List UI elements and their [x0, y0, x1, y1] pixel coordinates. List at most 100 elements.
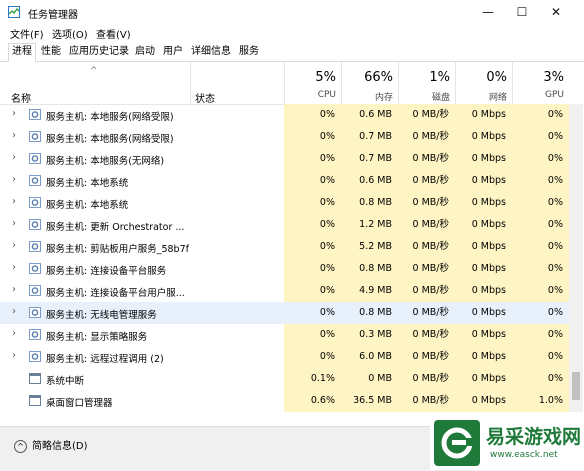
- network-cell: 0 Mbps: [455, 214, 512, 236]
- network-total[interactable]: 0%: [455, 70, 507, 85]
- watermark-url: www.easck.net: [490, 450, 558, 460]
- table-row[interactable]: › 服务主机: 本地系统 0% 0.8 MB 0 MB/秒 0 Mbps 0%: [0, 192, 570, 214]
- gpu-cell: 1.0%: [512, 390, 569, 412]
- table-row[interactable]: › 服务主机: 远程过程调用 (2) 0% 6.0 MB 0 MB/秒 0 Mbps 0%: [0, 346, 570, 368]
- tab-startup[interactable]: 启动: [132, 44, 158, 60]
- gpu-cell: 0%: [512, 148, 569, 170]
- disk-cell: 0 MB/秒: [398, 258, 455, 280]
- column-cpu[interactable]: CPU: [284, 90, 336, 100]
- service-gear-icon: [29, 131, 41, 142]
- disk-cell: 0 MB/秒: [398, 324, 455, 346]
- process-name: 服务主机: 连接设备平台用户服...: [46, 288, 185, 299]
- menu-view[interactable]: 查看(V): [96, 26, 131, 41]
- disk-cell: 0 MB/秒: [398, 280, 455, 302]
- column-disk[interactable]: 磁盘: [398, 90, 450, 103]
- disk-cell: 0 MB/秒: [398, 192, 455, 214]
- table-row[interactable]: › 服务主机: 本地系统 0% 0.6 MB 0 MB/秒 0 Mbps 0%: [0, 170, 570, 192]
- table-row[interactable]: › 服务主机: 本地服务(网络受限) 0% 0.7 MB 0 MB/秒 0 Mbps 0%: [0, 126, 570, 148]
- task-manager-icon: [8, 6, 20, 18]
- service-gear-icon: [29, 241, 41, 252]
- column-name[interactable]: 名称: [11, 90, 31, 105]
- scrollbar-thumb[interactable]: [572, 372, 580, 400]
- tab-processes[interactable]: 进程: [8, 43, 36, 63]
- process-name: 服务主机: 本地服务(网络受限): [46, 112, 174, 123]
- disk-cell: 0 MB/秒: [398, 104, 455, 126]
- network-cell: 0 Mbps: [455, 170, 512, 192]
- network-cell: 0 Mbps: [455, 280, 512, 302]
- memory-cell: 0.3 MB: [341, 324, 398, 346]
- cpu-total[interactable]: 5%: [284, 70, 336, 85]
- chevron-right-icon[interactable]: ›: [12, 196, 16, 207]
- column-divider: [455, 62, 456, 104]
- disk-cell: 0 MB/秒: [398, 302, 455, 324]
- table-row[interactable]: 系统中断 0.1% 0 MB 0 MB/秒 0 Mbps 0%: [0, 368, 570, 390]
- gpu-cell: 0%: [512, 126, 569, 148]
- column-status[interactable]: 状态: [195, 90, 215, 105]
- process-name: 服务主机: 本地服务(无网络): [46, 156, 165, 167]
- memory-cell: 0.7 MB: [341, 126, 398, 148]
- tab-details[interactable]: 详细信息: [188, 44, 234, 60]
- gpu-cell: 0%: [512, 170, 569, 192]
- chevron-right-icon[interactable]: ›: [12, 350, 16, 361]
- memory-cell: 5.2 MB: [341, 236, 398, 258]
- tab-users[interactable]: 用户: [160, 44, 186, 60]
- memory-cell: 0.8 MB: [341, 258, 398, 280]
- gpu-cell: 0%: [512, 258, 569, 280]
- chevron-right-icon[interactable]: ›: [12, 130, 16, 141]
- close-button[interactable]: ✕: [540, 0, 572, 24]
- column-memory[interactable]: 内存: [341, 90, 393, 103]
- cpu-cell: 0.6%: [284, 390, 341, 412]
- chevron-right-icon[interactable]: ›: [12, 152, 16, 163]
- maximize-button[interactable]: ☐: [506, 0, 538, 24]
- tab-app-history[interactable]: 应用历史记录: [66, 44, 132, 60]
- disk-cell: 0 MB/秒: [398, 346, 455, 368]
- fewer-details-label: 简略信息(D): [32, 441, 88, 452]
- watermark-text: 易采游戏网: [486, 426, 582, 448]
- chevron-right-icon[interactable]: ›: [12, 174, 16, 185]
- tab-performance[interactable]: 性能: [38, 44, 64, 60]
- chevron-right-icon[interactable]: ›: [12, 108, 16, 119]
- column-divider: [398, 62, 399, 104]
- memory-cell: 36.5 MB: [341, 390, 398, 412]
- memory-cell: 0.8 MB: [341, 192, 398, 214]
- table-row[interactable]: › 服务主机: 无线电管理服务 0% 0.8 MB 0 MB/秒 0 Mbps 0%: [0, 302, 570, 324]
- cpu-cell: 0%: [284, 214, 341, 236]
- window-title: 任务管理器: [28, 10, 78, 21]
- gpu-total[interactable]: 3%: [512, 70, 564, 85]
- table-row[interactable]: › 服务主机: 本地服务(网络受限) 0% 0.6 MB 0 MB/秒 0 Mbps 0%: [0, 104, 570, 126]
- process-name: 服务主机: 本地系统: [46, 200, 129, 211]
- memory-total[interactable]: 66%: [341, 70, 393, 85]
- vertical-scrollbar[interactable]: [569, 104, 583, 412]
- column-network[interactable]: 网络: [455, 90, 507, 103]
- menu-bar: 文件(F) 选项(O) 查看(V): [0, 24, 584, 42]
- table-row[interactable]: › 服务主机: 更新 Orchestrator ... 0% 1.2 MB 0 MB/秒…: [0, 214, 570, 236]
- chevron-right-icon[interactable]: ›: [12, 240, 16, 251]
- menu-options[interactable]: 选项(O): [52, 26, 88, 41]
- table-row[interactable]: › 服务主机: 连接设备平台用户服... 0% 4.9 MB 0 MB/秒 0 Mbps 0…: [0, 280, 570, 302]
- chevron-right-icon[interactable]: ›: [12, 328, 16, 339]
- chevron-right-icon[interactable]: ›: [12, 218, 16, 229]
- tab-services[interactable]: 服务: [236, 44, 262, 60]
- cpu-cell: 0%: [284, 258, 341, 280]
- network-cell: 0 Mbps: [455, 302, 512, 324]
- column-gpu[interactable]: GPU: [512, 90, 564, 100]
- gpu-cell: 0%: [512, 302, 569, 324]
- chevron-right-icon[interactable]: ›: [12, 284, 16, 295]
- table-row[interactable]: › 服务主机: 连接设备平台服务 0% 0.8 MB 0 MB/秒 0 Mbps 0%: [0, 258, 570, 280]
- table-row[interactable]: › 服务主机: 本地服务(无网络) 0% 0.7 MB 0 MB/秒 0 Mbps 0%: [0, 148, 570, 170]
- minimize-button[interactable]: —: [472, 0, 504, 24]
- table-row[interactable]: › 服务主机: 显示策略服务 0% 0.3 MB 0 MB/秒 0 Mbps 0%: [0, 324, 570, 346]
- chevron-right-icon[interactable]: ›: [12, 306, 16, 317]
- cpu-cell: 0%: [284, 104, 341, 126]
- network-cell: 0 Mbps: [455, 192, 512, 214]
- menu-file[interactable]: 文件(F): [10, 26, 44, 41]
- gpu-cell: 0%: [512, 236, 569, 258]
- disk-cell: 0 MB/秒: [398, 390, 455, 412]
- chevron-right-icon[interactable]: ›: [12, 262, 16, 273]
- table-row[interactable]: 桌面窗口管理器 0.6% 36.5 MB 0 MB/秒 0 Mbps 1.0%: [0, 390, 570, 412]
- service-gear-icon: [29, 219, 41, 230]
- disk-total[interactable]: 1%: [398, 70, 450, 85]
- table-row[interactable]: › 服务主机: 剪贴板用户服务_58b7f 0% 5.2 MB 0 MB/秒 0 Mbps…: [0, 236, 570, 258]
- fewer-details-button[interactable]: ^ 简略信息(D): [14, 437, 88, 453]
- cpu-cell: 0%: [284, 170, 341, 192]
